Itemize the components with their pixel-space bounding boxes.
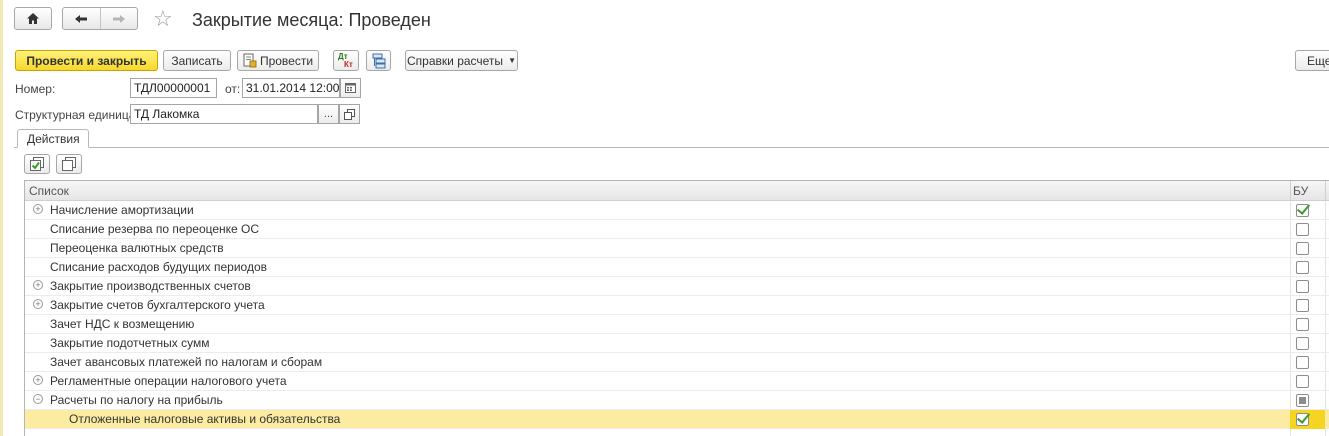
row-label: Переоценка валютных средств (50, 241, 224, 255)
tab-actions[interactable]: Действия (17, 129, 89, 148)
bu-checkbox[interactable] (1296, 204, 1309, 217)
bu-checkbox[interactable] (1296, 394, 1309, 407)
bu-checkbox[interactable] (1296, 318, 1309, 331)
post-button[interactable]: Провести (237, 50, 319, 71)
table-row[interactable]: Зачет НДС к возмещению (25, 315, 1329, 334)
arrow-right-icon (112, 14, 125, 23)
post-and-close-button[interactable]: Провести и закрыть (15, 50, 158, 71)
table-row[interactable]: Списание расходов будущих периодов (25, 258, 1329, 277)
uncheck-all-icon (62, 156, 76, 171)
table-header: Список БУ (25, 181, 1329, 201)
unit-open-button[interactable] (339, 104, 360, 124)
table-row[interactable]: Отложенные налоговые активы и обязательс… (25, 410, 1329, 429)
post-document-icon (243, 53, 257, 68)
table-row[interactable]: + Закрытие счетов бухгалтерского учета (25, 296, 1329, 315)
page-title: Закрытие месяца: Проведен (192, 10, 431, 30)
table-row[interactable]: Списание резерва по переоценке ОС (25, 220, 1329, 239)
dt-kt-icon: Дт Кт (337, 52, 355, 69)
row-label: Списание расходов будущих периодов (50, 260, 268, 274)
back-button[interactable] (63, 8, 100, 29)
row-label: Отложенные налоговые активы и обязательс… (69, 412, 341, 426)
column-separator (1325, 181, 1326, 201)
bu-checkbox[interactable] (1296, 223, 1309, 236)
row-label: Закрытие подотчетных сумм (50, 336, 210, 350)
column-header-list[interactable]: Список (29, 184, 69, 198)
bu-checkbox[interactable] (1296, 299, 1309, 312)
dt-kt-button[interactable]: Дт Кт (333, 50, 359, 71)
actions-table: Список БУ + Начисление амортизации Списани… (24, 180, 1329, 436)
table-row[interactable]: + Начисление амортизации (25, 201, 1329, 220)
forward-button[interactable] (99, 8, 137, 29)
home-icon (27, 13, 39, 24)
left-accent-bar (0, 0, 3, 436)
row-label: Закрытие производственных счетов (50, 279, 251, 293)
reports-label: Справки расчеты (407, 53, 504, 68)
check-all-icon (30, 156, 44, 171)
expand-icon[interactable]: + (33, 280, 43, 290)
bu-checkbox[interactable] (1296, 356, 1309, 369)
collapse-icon[interactable]: − (33, 394, 43, 404)
bu-checkbox[interactable] (1296, 413, 1309, 426)
open-window-icon (344, 108, 355, 120)
row-label: Зачет НДС к возмещению (50, 317, 195, 331)
table-row[interactable]: Зачет авансовых платежей по налогам и сб… (25, 353, 1329, 372)
date-label: от: (225, 82, 241, 96)
row-label: Зачет авансовых платежей по налогам и сб… (50, 355, 323, 369)
tab-strip-line (14, 147, 1329, 148)
row-label: Закрытие счетов бухгалтерского учета (50, 298, 265, 312)
arrow-left-icon (75, 14, 88, 23)
table-row[interactable]: Закрытие подотчетных сумм (25, 334, 1329, 353)
post-button-label: Провести (259, 53, 314, 68)
caret-down-icon: ▼ (508, 56, 516, 65)
check-all-button[interactable] (24, 154, 50, 174)
reports-dropdown-button[interactable]: Справки расчеты ▼ (405, 50, 518, 71)
expand-icon[interactable]: + (33, 204, 43, 214)
home-button[interactable] (14, 7, 52, 30)
bu-checkbox[interactable] (1296, 261, 1309, 274)
table-row[interactable]: + Закрытие производственных счетов (25, 277, 1329, 296)
more-button[interactable]: Еще (1295, 50, 1329, 71)
structure-button[interactable] (366, 50, 391, 71)
expand-icon[interactable]: + (33, 299, 43, 309)
kt-label: Кт (344, 59, 353, 69)
date-field[interactable]: 31.01.2014 12:00:00 (242, 78, 340, 98)
bu-checkbox[interactable] (1296, 242, 1309, 255)
number-label: Номер: (15, 82, 56, 96)
row-label: Расчеты по налогу на прибыль (50, 393, 223, 407)
column-header-bu[interactable]: БУ (1293, 184, 1308, 198)
calendar-icon (345, 83, 356, 93)
title-bar: ☆ Закрытие месяца: Проведен (0, 0, 1329, 40)
expand-icon[interactable]: + (33, 375, 43, 385)
bu-checkbox[interactable] (1296, 337, 1309, 350)
column-separator (1290, 181, 1291, 201)
favorite-star-icon[interactable]: ☆ (153, 7, 173, 31)
row-label: Регламентные операции налогового учета (50, 374, 287, 388)
table-row[interactable]: + Регламентные операции налогового учета (25, 372, 1329, 391)
unit-label: Структурная единица: (15, 108, 139, 122)
navigation-group (62, 7, 138, 30)
uncheck-all-button[interactable] (56, 154, 82, 174)
row-label: Начисление амортизации (50, 203, 194, 217)
bu-checkbox[interactable] (1296, 375, 1309, 388)
unit-select-button[interactable]: ... (318, 104, 339, 124)
table-row[interactable]: Переоценка валютных средств (25, 239, 1329, 258)
row-label: Списание резерва по переоценке ОС (50, 222, 260, 236)
structure-icon (372, 53, 385, 68)
save-button[interactable]: Записать (163, 50, 231, 71)
number-field[interactable]: ТДЛ00000001 (130, 78, 217, 98)
calendar-button[interactable] (340, 78, 361, 98)
unit-field[interactable]: ТД Лакомка (130, 104, 318, 124)
table-row[interactable]: − Расчеты по налогу на прибыль (25, 391, 1329, 410)
bu-checkbox[interactable] (1296, 280, 1309, 293)
